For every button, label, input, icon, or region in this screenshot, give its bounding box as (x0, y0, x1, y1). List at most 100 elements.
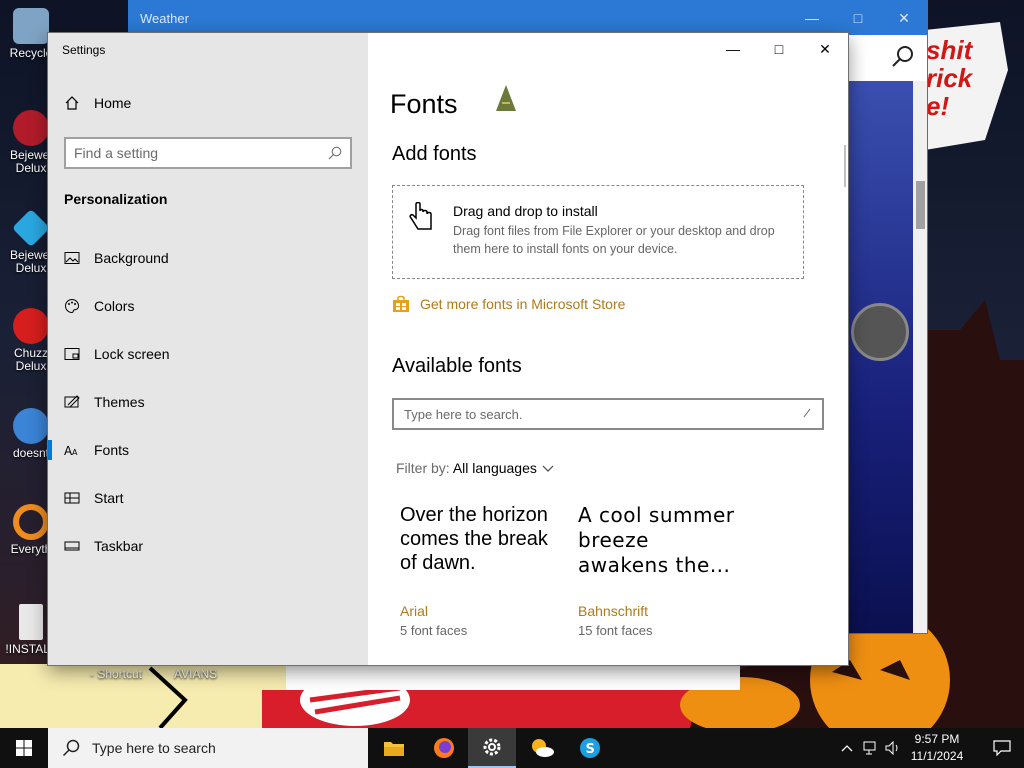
nav-item-fonts[interactable]: AA Fonts (47, 435, 130, 465)
tray-show-hidden-icons[interactable] (836, 728, 858, 768)
bejeweled-icon (13, 110, 49, 146)
svg-text:A: A (72, 448, 78, 457)
font-search-placeholder: Type here to search. (404, 406, 523, 422)
weather-close-button[interactable]: ✕ (881, 1, 927, 35)
firefox-icon (434, 738, 454, 758)
maximize-button[interactable]: □ (756, 35, 802, 63)
tray-volume[interactable] (882, 728, 904, 768)
clock-time: 9:57 PM (914, 732, 960, 746)
cursor-sprite-icon (496, 85, 516, 111)
font-faces-count: 15 font faces (578, 623, 653, 638)
network-icon (863, 741, 876, 755)
svg-text:S: S (586, 742, 595, 757)
skype-icon: S (580, 738, 600, 758)
nav-item-colors[interactable]: Colors (64, 291, 134, 321)
font-card-bahnschrift[interactable]: A cool summer breeze awakens the... Bahn… (578, 503, 738, 638)
nav-item-label: Taskbar (94, 538, 144, 554)
taskbar-firefox[interactable] (420, 728, 468, 768)
find-setting-placeholder: Find a setting (74, 145, 159, 161)
bejeweled-gem-icon (11, 208, 51, 248)
section-heading-personalization: Personalization (64, 191, 168, 207)
font-card-arial[interactable]: Over the horizon comes the break of dawn… (400, 503, 560, 638)
font-name: Arial (400, 603, 429, 619)
font-name: Bahnschrift (578, 603, 649, 619)
taskbar-skype[interactable]: S (566, 728, 614, 768)
file-explorer-icon (384, 742, 404, 756)
settings-sidebar: Settings Home Find a setting Personaliza… (47, 33, 368, 665)
search-icon (328, 146, 342, 160)
main-scrollbar-thumb[interactable] (844, 145, 846, 187)
page-title: Fonts (390, 89, 458, 119)
text-file-icon (19, 604, 43, 640)
font-search-input[interactable]: Type here to search. (392, 398, 824, 430)
taskbar-search-placeholder: Type here to search (92, 740, 216, 756)
chevron-down-icon (542, 465, 554, 472)
weather-maximize-button[interactable]: □ (835, 1, 881, 35)
font-sample-text: A cool summer breeze awakens the... (578, 503, 735, 577)
nav-item-start[interactable]: Start (64, 483, 124, 513)
minimize-button[interactable]: — (710, 35, 756, 63)
taskbar: Type here to search S 9:57 PM 11/1/2024 (0, 728, 1024, 768)
recycle-bin-icon (13, 8, 49, 44)
lock-screen-icon (64, 348, 80, 360)
nav-home[interactable]: Home (64, 95, 131, 111)
nav-home-label: Home (94, 95, 132, 111)
fonts-icon: AA (64, 444, 78, 458)
find-setting-input[interactable]: Find a setting (64, 137, 352, 169)
windows-logo-icon (16, 740, 32, 756)
filter-value: All languages (452, 460, 537, 476)
notification-icon (993, 740, 1011, 756)
clock-date: 11/1/2024 (910, 749, 964, 763)
nav-item-label: Lock screen (94, 346, 170, 362)
drag-drop-zone[interactable]: Drag and drop to install Drag font files… (392, 185, 804, 279)
weather-icon (532, 739, 554, 757)
weather-minimize-button[interactable]: — (789, 1, 835, 35)
nav-item-background[interactable]: Background (64, 243, 169, 273)
settings-window-title: Settings (62, 43, 106, 57)
search-icon (803, 408, 811, 418)
home-icon (65, 96, 79, 110)
nav-item-label: Themes (94, 394, 145, 410)
search-icon (62, 739, 80, 757)
nav-item-lock-screen[interactable]: Lock screen (64, 339, 169, 369)
taskbar-search-box[interactable]: Type here to search (48, 728, 368, 768)
wallpaper-banner-text: shit rick e! (926, 35, 973, 121)
shortcut-label: AVIANS (174, 667, 218, 681)
chuzzle-icon (13, 308, 49, 344)
start-button[interactable] (0, 728, 48, 768)
action-center-button[interactable] (980, 728, 1024, 768)
start-icon (64, 492, 80, 504)
shortcut-label: - Shortcut (90, 667, 143, 681)
taskbar-weather[interactable] (518, 728, 566, 768)
weather-radar-circle (851, 303, 909, 361)
store-link-label: Get more fonts in Microsoft Store (420, 296, 626, 312)
font-faces-count: 5 font faces (400, 623, 468, 638)
get-more-fonts-link[interactable]: Get more fonts in Microsoft Store (392, 295, 625, 313)
tray-clock[interactable]: 9:57 PM 11/1/2024 (906, 731, 968, 765)
hand-cursor-icon (409, 202, 432, 230)
nav-item-label: Background (94, 250, 169, 266)
volume-icon (885, 741, 898, 755)
weather-window-title: Weather (140, 10, 189, 26)
nav-item-label: Fonts (94, 442, 130, 458)
filter-by-language[interactable]: Filter by: All languages (396, 460, 555, 476)
weather-scrollbar[interactable] (913, 81, 927, 633)
font-sample-text: Over the horizon comes the break of dawn… (400, 504, 548, 574)
nav-item-label: Start (94, 490, 124, 506)
weather-scrollbar-thumb[interactable] (916, 181, 925, 229)
taskbar-file-explorer[interactable] (370, 728, 418, 768)
nav-item-themes[interactable]: Themes (64, 387, 145, 417)
nav-item-taskbar[interactable]: Taskbar (64, 531, 143, 561)
close-button[interactable]: ✕ (802, 35, 848, 63)
everything-search-icon (13, 504, 49, 540)
taskbar-settings[interactable] (468, 728, 516, 768)
tray-network[interactable] (860, 728, 882, 768)
settings-window[interactable]: Settings Home Find a setting Personaliza… (47, 33, 848, 665)
drop-description: Drag font files from File Explorer or yo… (453, 224, 775, 256)
available-fonts-heading: Available fonts (392, 355, 522, 377)
settings-main-pane: — □ ✕ Fonts Add fonts Drag and drop to i… (368, 33, 848, 665)
background-icon (64, 252, 80, 264)
background-window-fragment (286, 664, 740, 690)
weather-search-icon[interactable] (891, 45, 915, 72)
themes-icon (64, 395, 80, 408)
